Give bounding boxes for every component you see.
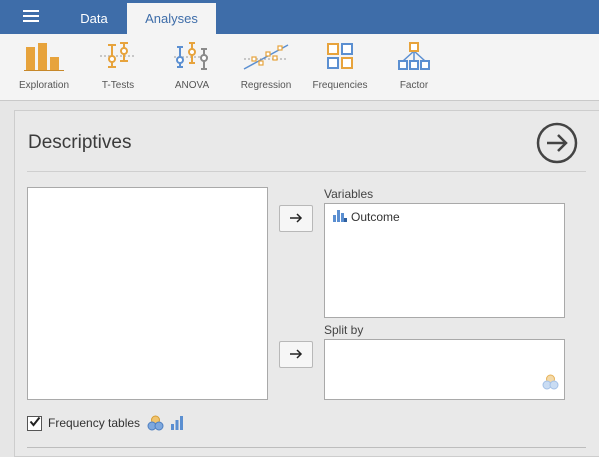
- ribbon-button-anova[interactable]: ANOVA: [156, 38, 228, 96]
- ribbon-button-frequencies[interactable]: Frequencies: [304, 38, 376, 96]
- move-to-variables-button[interactable]: [279, 205, 313, 232]
- variables-label: Variables: [324, 187, 374, 201]
- section-divider: [27, 447, 586, 448]
- analyses-ribbon: Exploration T-Tests ANOVA Regression Fre…: [0, 34, 599, 101]
- regression-icon: [242, 41, 290, 76]
- frequency-tables-type-icons: [147, 415, 191, 431]
- frequency-tables-option: Frequency tables: [27, 415, 191, 431]
- ribbon-label-frequencies: Frequencies: [312, 80, 368, 91]
- ribbon-label-exploration: Exploration: [18, 80, 70, 91]
- ribbon-button-factor[interactable]: Factor: [378, 38, 450, 96]
- split-by-label: Split by: [324, 323, 364, 337]
- available-variables-list[interactable]: [27, 187, 268, 400]
- ribbon-label-factor: Factor: [399, 80, 429, 91]
- ribbon-button-regression[interactable]: Regression: [230, 38, 302, 96]
- hamburger-menu-icon: [23, 9, 39, 27]
- t-tests-icon: [98, 41, 138, 76]
- top-bar: Data Analyses: [0, 0, 599, 34]
- nominal-variable-icon: [542, 374, 559, 395]
- variable-item-outcome[interactable]: Outcome: [332, 209, 400, 225]
- arrow-right-icon: [289, 346, 303, 364]
- exploration-bar-icon: [24, 41, 64, 76]
- nominal-variable-icon: [147, 415, 164, 431]
- factor-icon: [397, 41, 431, 76]
- descriptives-options-panel: Descriptives Variables Outcome Split by …: [14, 110, 599, 457]
- panel-title: Descriptives: [28, 132, 132, 153]
- tab-analyses[interactable]: Analyses: [127, 3, 216, 34]
- ordinal-variable-icon: [170, 416, 185, 430]
- arrow-right-icon: [289, 210, 303, 228]
- continuous-variable-icon: [332, 209, 351, 225]
- ribbon-label-regression: Regression: [240, 80, 292, 91]
- title-divider: [27, 171, 586, 172]
- anova-icon: [172, 41, 212, 76]
- frequency-tables-label[interactable]: Frequency tables: [48, 416, 140, 430]
- checkmark-icon: [29, 414, 41, 432]
- frequencies-icon: [325, 41, 355, 76]
- ribbon-button-t-tests[interactable]: T-Tests: [82, 38, 154, 96]
- move-to-split-by-button[interactable]: [279, 341, 313, 368]
- circle-arrow-right-icon: [535, 122, 579, 169]
- split-by-target-box[interactable]: [324, 339, 565, 400]
- main-menu-button[interactable]: [12, 8, 50, 28]
- ribbon-label-t-tests: T-Tests: [101, 80, 135, 91]
- ribbon-button-exploration[interactable]: Exploration: [8, 38, 80, 96]
- run-analysis-button[interactable]: [535, 121, 579, 165]
- variable-item-label: Outcome: [351, 210, 400, 224]
- tab-data[interactable]: Data: [62, 3, 126, 34]
- frequency-tables-checkbox[interactable]: [27, 414, 42, 432]
- variables-target-box[interactable]: Outcome: [324, 203, 565, 318]
- ribbon-label-anova: ANOVA: [174, 80, 210, 91]
